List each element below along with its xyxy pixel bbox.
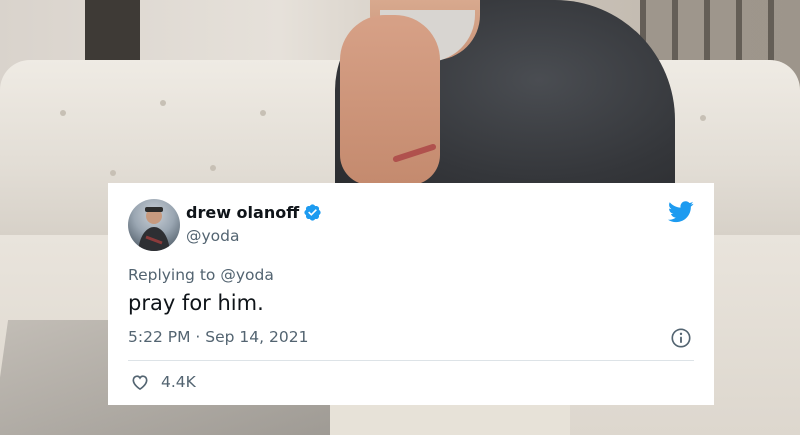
author-handle[interactable]: @yoda [186,227,240,245]
verified-badge-icon [303,203,322,222]
sofa-tuft [60,110,66,116]
person-pants [330,400,570,435]
info-icon[interactable] [670,327,692,349]
tweet-date: Sep 14, 2021 [205,328,309,346]
timestamp-separator: · [195,328,201,346]
replying-prefix: Replying to [128,266,216,284]
tweet-time: 5:22 PM [128,328,191,346]
tweet-text: pray for him. [128,291,264,315]
sofa-tuft [260,110,266,116]
like-count: 4.4K [161,373,196,391]
like-button[interactable]: 4.4K [130,372,196,392]
sofa-tuft [110,170,116,176]
card-divider [128,360,694,361]
twitter-bird-icon[interactable] [668,201,694,223]
reply-mention-link[interactable]: @yoda [220,266,274,284]
sofa-tuft [210,165,216,171]
sofa-tuft [160,100,166,106]
author-row: drew olanoff [186,203,322,222]
tweet-card: drew olanoff @yoda Replying to @yoda pra… [108,183,714,405]
avatar[interactable] [128,199,180,251]
replying-to-line: Replying to @yoda [128,266,274,284]
heart-icon [130,372,150,392]
tweet-timestamp[interactable]: 5:22 PM · Sep 14, 2021 [128,328,308,346]
sofa-tuft [700,115,706,121]
avatar-image [138,207,170,251]
display-name[interactable]: drew olanoff [186,203,299,222]
praying-hands [340,15,440,185]
